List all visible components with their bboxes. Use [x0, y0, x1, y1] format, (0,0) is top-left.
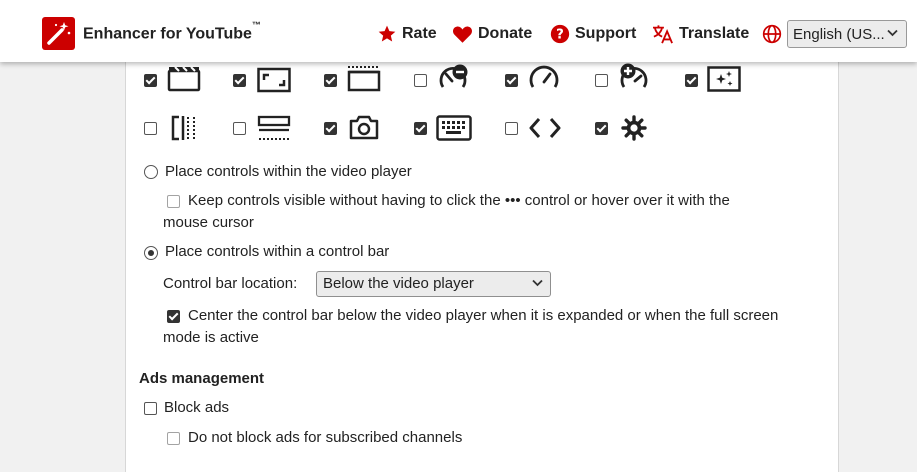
keep-visible-label-line2: mouse cursor [163, 214, 254, 231]
control-bar-location-value: Below the video player [323, 275, 474, 292]
control-checkbox-cinema-mode[interactable] [233, 122, 246, 135]
control-checkbox-clapperboard[interactable] [144, 74, 157, 87]
code-icon [529, 118, 561, 138]
question-icon: ? [550, 24, 570, 44]
language-select[interactable]: English (US... [787, 20, 907, 48]
control-checkbox-gear[interactable] [595, 122, 608, 135]
control-checkbox-speedometer[interactable] [505, 74, 518, 87]
mini-player-icon [347, 66, 381, 92]
chevron-down-icon [887, 29, 898, 37]
block-ads-checkbox[interactable] [144, 402, 157, 415]
control-checkbox-speed-plus[interactable] [595, 74, 608, 87]
option-in-player-label: Place controls within the video player [165, 163, 412, 180]
svg-text:?: ? [556, 28, 564, 43]
star-icon [378, 25, 396, 42]
control-bar-location-label: Control bar location: [163, 275, 298, 292]
rate-label: Rate [402, 25, 437, 42]
subscribed-channels-label: Do not block ads for subscribed channels [188, 429, 463, 446]
top-bar: Enhancer for YouTube™ Rate Donate ? Supp… [0, 0, 917, 62]
speed-plus-icon [620, 63, 648, 88]
clapperboard-icon [167, 66, 201, 92]
translate-icon [653, 25, 673, 44]
cinema-mode-icon [257, 115, 291, 140]
support-link[interactable]: ? Support [550, 22, 636, 46]
globe-icon [762, 24, 782, 44]
translate-link[interactable]: Translate [652, 22, 749, 46]
rate-link[interactable]: Rate [377, 22, 437, 46]
app-logo-icon [42, 17, 75, 50]
ads-management-heading: Ads management [139, 370, 265, 387]
control-checkbox-camera[interactable] [324, 122, 337, 135]
option-control-bar-label: Place controls within a control bar [165, 243, 390, 260]
translate-label: Translate [679, 25, 750, 42]
keyboard-icon [436, 115, 472, 141]
control-checkbox-mini-player[interactable] [324, 74, 337, 87]
control-bar-location-select[interactable]: Below the video player [316, 271, 551, 297]
heart-icon [453, 26, 472, 43]
chevron-down-icon [532, 279, 543, 287]
sparkle-icon [707, 66, 741, 92]
expand-icon [257, 67, 291, 93]
speedometer-icon [529, 65, 559, 88]
subscribed-channels-checkbox[interactable] [167, 432, 180, 445]
keep-visible-checkbox[interactable] [167, 195, 180, 208]
control-checkbox-split-view[interactable] [144, 122, 157, 135]
gear-icon [621, 115, 647, 141]
donate-label: Donate [478, 25, 533, 42]
control-checkbox-keyboard[interactable] [414, 122, 427, 135]
language-value: English (US... [793, 25, 885, 43]
split-view-icon [171, 115, 195, 141]
center-bar-checkbox[interactable] [167, 310, 180, 323]
speed-minus-icon [439, 64, 468, 88]
keep-visible-label-line1: Keep controls visible without having to … [188, 192, 730, 209]
center-bar-label-line2: mode is active [163, 329, 259, 346]
control-checkbox-sparkle[interactable] [685, 74, 698, 87]
donate-link[interactable]: Donate [452, 22, 532, 46]
block-ads-label: Block ads [164, 399, 230, 416]
app-title: Enhancer for YouTube™ [83, 20, 261, 43]
control-checkbox-speed-minus[interactable] [414, 74, 427, 87]
control-checkbox-code[interactable] [505, 122, 518, 135]
center-bar-label-line1: Center the control bar below the video p… [188, 307, 779, 324]
support-label: Support [575, 25, 637, 42]
control-checkbox-expand[interactable] [233, 74, 246, 87]
camera-icon [349, 115, 379, 140]
radio-controls-in-bar[interactable] [144, 246, 158, 260]
radio-controls-in-player[interactable] [144, 165, 158, 179]
